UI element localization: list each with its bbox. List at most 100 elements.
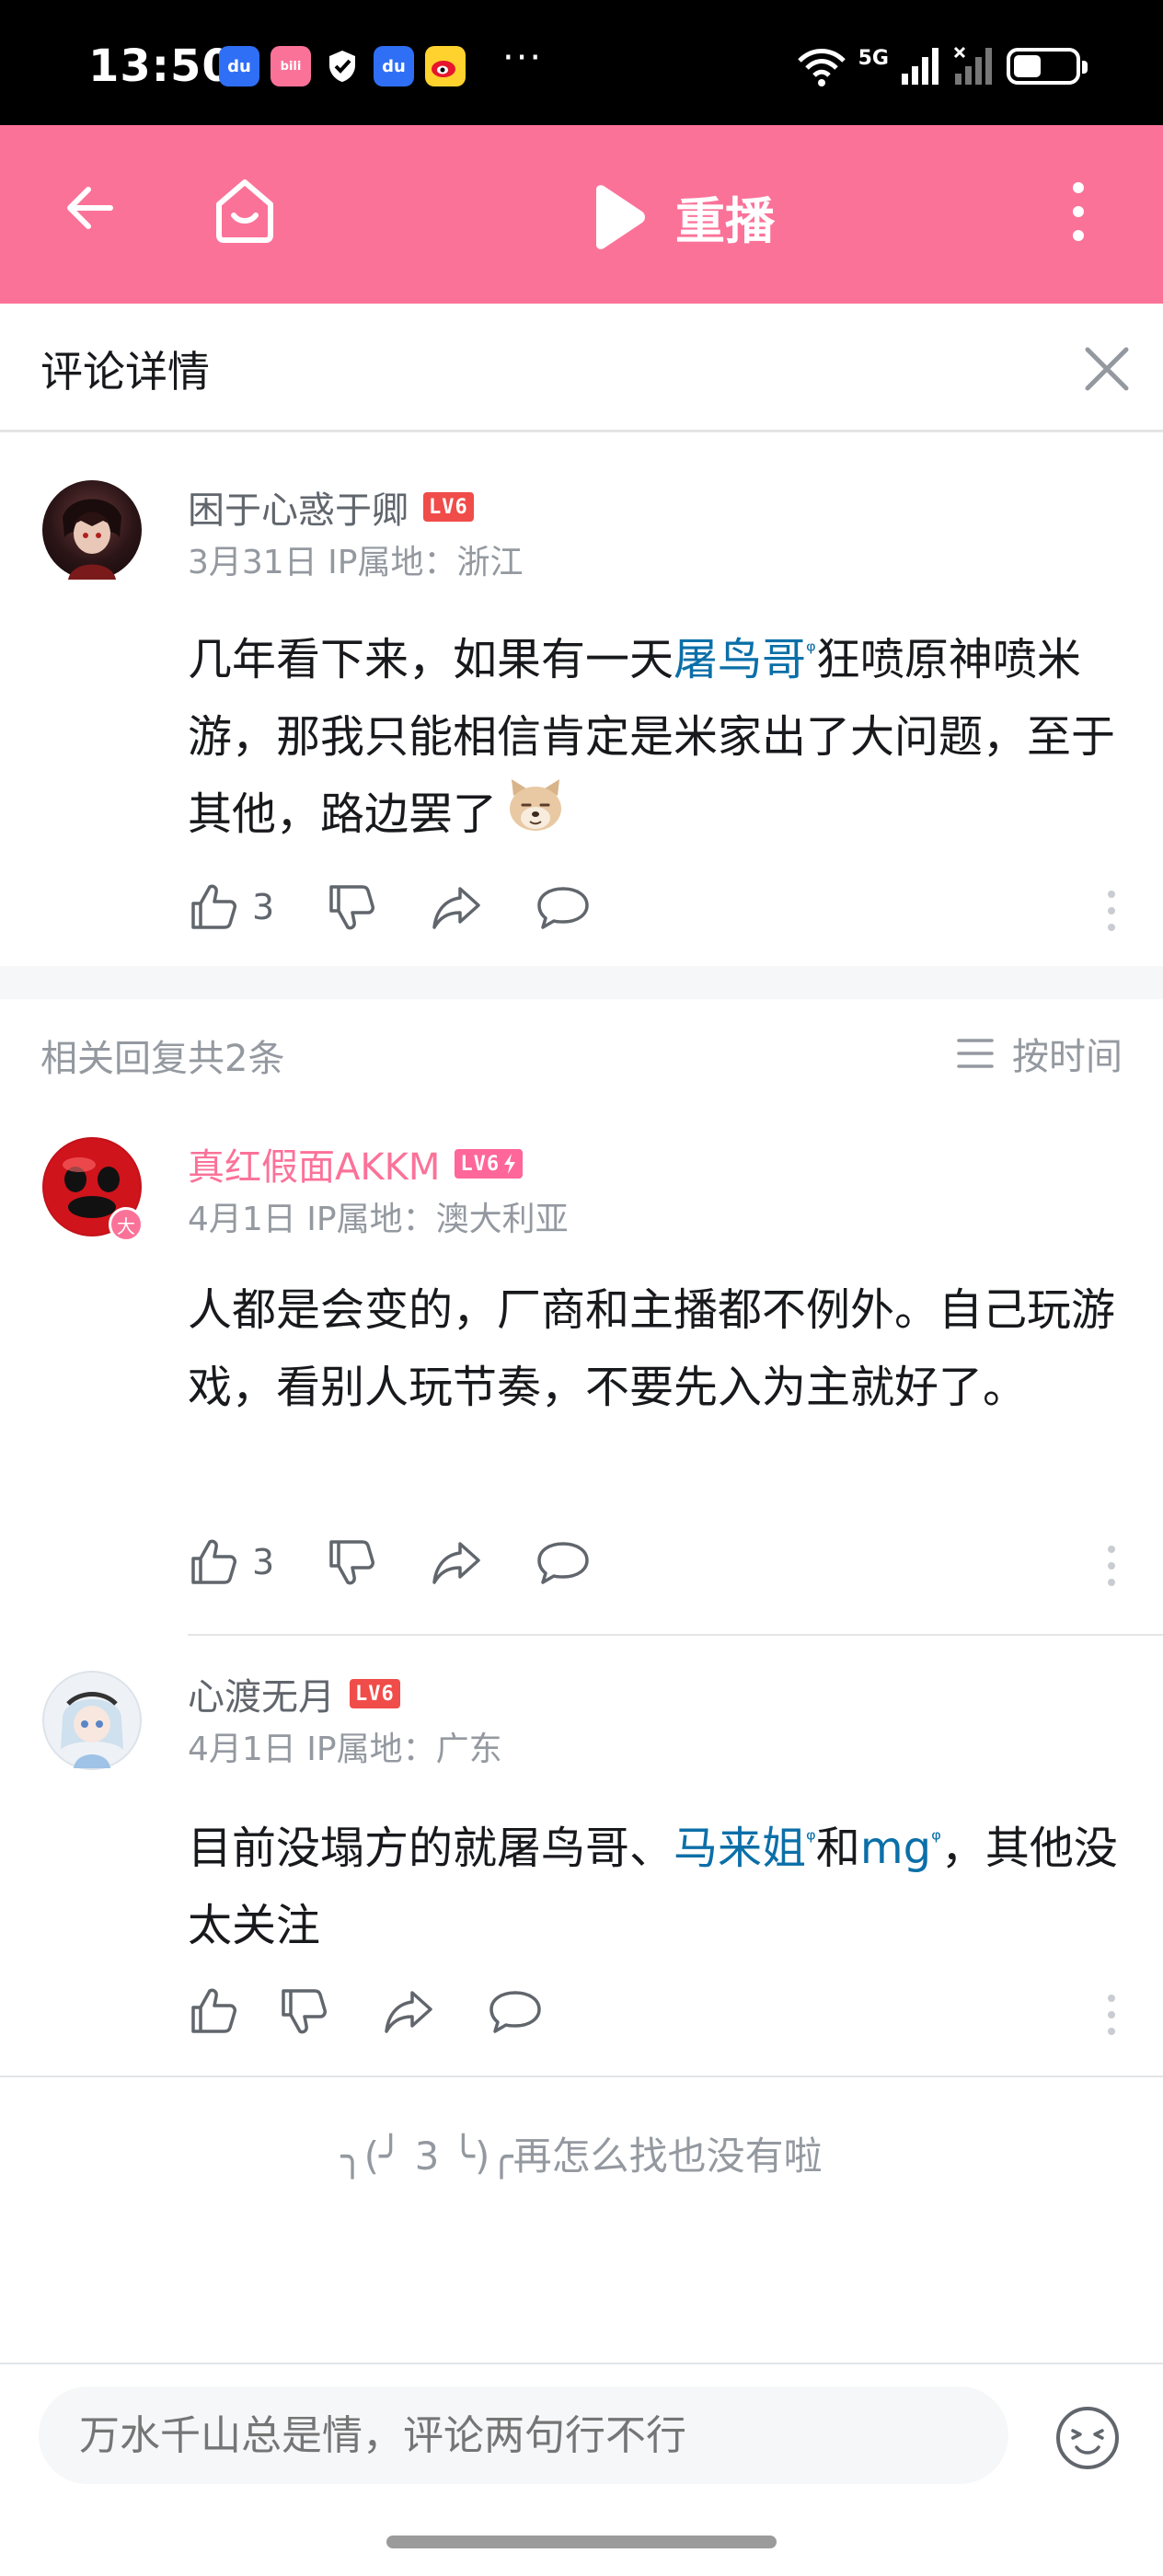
comment-author-row: 困于心惑于卿 LV6 <box>188 480 474 534</box>
dislike-button[interactable] <box>326 1536 377 1588</box>
home-indicator[interactable] <box>386 2536 777 2548</box>
comment-more-button[interactable] <box>1108 1995 1115 2035</box>
like-count: 3 <box>252 887 275 927</box>
username[interactable]: 心渡无月 <box>188 1667 335 1720</box>
more-vertical-icon <box>1073 182 1084 241</box>
comment-more-button[interactable] <box>1108 891 1115 931</box>
sort-button[interactable]: 按时间 <box>955 1027 1123 1080</box>
signal-icon-secondary <box>953 46 992 85</box>
chat-bubble-icon <box>537 1542 589 1584</box>
share-button[interactable] <box>429 881 484 933</box>
battery-icon <box>1007 48 1088 85</box>
comment-text: 几年看下来，如果有一天屠鸟哥ᵠ狂喷原神喷米游，那我只能相信肯定是米家出了大问题，… <box>188 613 1126 858</box>
share-icon <box>432 887 480 929</box>
reply-button[interactable] <box>535 881 591 933</box>
like-button[interactable]: 3 <box>188 881 274 933</box>
dog-emoji-icon <box>504 776 567 858</box>
wifi-icon <box>797 49 846 86</box>
chat-bubble-icon <box>489 1991 541 2033</box>
search-link[interactable]: 屠鸟哥 <box>674 634 806 685</box>
search-icon: ᵠ <box>806 638 816 665</box>
section-separator <box>0 966 1163 999</box>
comment-author-row: 心渡无月 LV6 <box>188 1667 400 1720</box>
home-button[interactable] <box>206 171 283 252</box>
notification-icons: du bili du <box>219 46 466 86</box>
signal-icon <box>902 48 938 85</box>
close-icon <box>1085 347 1129 391</box>
reply-button[interactable] <box>535 1536 591 1588</box>
thumb-up-icon <box>191 884 236 929</box>
bilibili-icon: bili <box>271 46 311 86</box>
comment-more-button[interactable] <box>1108 1546 1115 1586</box>
level-badge: LV6 <box>423 492 474 522</box>
status-indicators: 5G <box>796 46 1088 86</box>
more-options-button[interactable] <box>1060 178 1097 248</box>
replies-header: 相关回复共2条 按时间 <box>0 999 1163 1106</box>
level-text: LV6 <box>460 1152 501 1176</box>
comment-text-part: 目前没塌方的就屠鸟哥、 <box>188 1823 674 1874</box>
back-button[interactable] <box>61 178 120 241</box>
close-button[interactable] <box>1078 340 1135 401</box>
comment-actions <box>188 1985 594 2037</box>
sort-icon <box>957 1039 994 1068</box>
like-button[interactable] <box>188 1985 239 2037</box>
more-notifications-icon: ··· <box>502 37 544 79</box>
lightning-icon <box>504 1154 516 1174</box>
baidu-icon: du <box>219 46 259 86</box>
main-comment: 困于心惑于卿 LV6 3月31日 IP属地：浙江 几年看下来，如果有一天屠鸟哥ᵠ… <box>0 432 1163 966</box>
baidu-icon: du <box>374 46 414 86</box>
thumb-up-icon <box>191 1988 236 2033</box>
replay-button[interactable]: 重播 <box>589 180 775 253</box>
panel-title: 评论详情 <box>40 347 210 397</box>
reply-item: 心渡无月 LV6 4月1日 IP属地：广东 目前没塌方的就屠鸟哥、马来姐ᵠ和mg… <box>0 1636 1163 2077</box>
sort-label: 按时间 <box>1012 1036 1123 1078</box>
comment-author-row: 真红假面AKKM LV6 <box>188 1137 524 1190</box>
level-badge: LV6 <box>455 1149 524 1179</box>
share-button[interactable] <box>429 1536 484 1588</box>
reply-button[interactable] <box>488 1985 543 2037</box>
reply-item: 大 真红假面AKKM LV6 4月1日 IP属地：澳大利亚 人都是会变的，厂商和… <box>0 1106 1163 1634</box>
thumb-down-icon <box>329 885 375 930</box>
network-type: 5G <box>858 46 889 70</box>
search-link[interactable]: 马来姐 <box>674 1823 806 1874</box>
comment-actions: 3 <box>188 881 642 933</box>
avatar[interactable] <box>42 1671 142 1770</box>
comment-text-part: 几年看下来，如果有一天 <box>188 634 674 685</box>
emoji-button[interactable] <box>1054 2405 1121 2475</box>
comment-text: 目前没塌方的就屠鸟哥、马来姐ᵠ和mgᵠ，其他没太关注 <box>188 1801 1126 1964</box>
avatar-badge-text: 大 <box>117 1214 135 1237</box>
comment-meta: 4月1日 IP属地：澳大利亚 <box>188 1201 569 1238</box>
dislike-button[interactable] <box>278 1985 329 2037</box>
share-button[interactable] <box>381 1985 436 2037</box>
reply-count: 相关回复共2条 <box>40 1038 285 1080</box>
status-time: 13:50 <box>88 40 234 92</box>
comment-text: 人都是会变的，厂商和主播都不例外。自己玩游戏，看别人玩节奏，不要先入为主就好了。 <box>188 1284 1116 1413</box>
battery-fill <box>1014 55 1041 77</box>
comment-meta: 3月31日 IP属地：浙江 <box>188 544 524 581</box>
search-icon: ᵠ <box>931 1826 941 1854</box>
arrow-left-icon <box>67 187 113 229</box>
avatar-illustration <box>63 499 121 580</box>
home-icon <box>216 179 273 243</box>
dislike-button[interactable] <box>326 881 377 933</box>
thumb-down-icon <box>329 1540 375 1585</box>
search-icon: ᵠ <box>806 1826 816 1854</box>
username[interactable]: 困于心惑于卿 <box>188 480 409 534</box>
end-of-list-note: ╮(╯ 3 ╰)╭再怎么找也没有啦 <box>340 2133 823 2179</box>
play-icon <box>596 184 645 249</box>
comment-input-bar <box>0 2363 1163 2576</box>
chat-bubble-icon <box>537 887 589 929</box>
video-topbar: 重播 <box>0 125 1163 304</box>
weibo-icon <box>425 46 466 86</box>
share-icon <box>432 1542 480 1584</box>
avatar[interactable] <box>42 480 142 580</box>
status-bar: 13:50 du bili du ··· 5G <box>0 0 1163 125</box>
like-button[interactable]: 3 <box>188 1536 274 1588</box>
comment-input[interactable] <box>39 2386 1008 2484</box>
share-icon <box>385 1991 432 2033</box>
search-link[interactable]: mg <box>860 1823 931 1874</box>
like-count: 3 <box>252 1542 275 1582</box>
comment-text-part: 和 <box>815 1823 860 1874</box>
username[interactable]: 真红假面AKKM <box>188 1137 440 1190</box>
thumb-down-icon <box>282 1989 327 2034</box>
